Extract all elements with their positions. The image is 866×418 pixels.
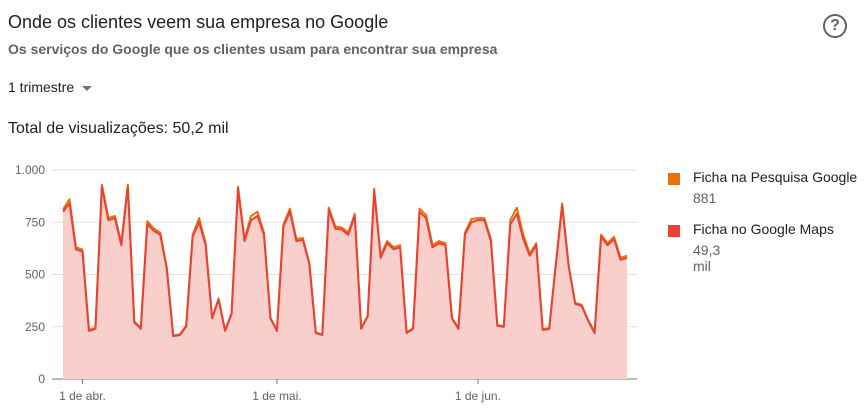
legend-swatch-search — [668, 173, 680, 185]
period-selector-value: 1 trimestre — [8, 79, 75, 95]
legend-label-maps: Ficha no Google Maps — [693, 221, 834, 237]
y-tick-label: 750 — [25, 215, 45, 229]
legend-value-search: 881 — [693, 190, 717, 206]
dropdown-caret-icon — [82, 85, 93, 91]
page-subtitle: Os serviços do Google que os clientes us… — [8, 41, 498, 57]
y-tick-label: 500 — [25, 268, 45, 282]
x-tick-label: 1 de abr. — [59, 389, 106, 403]
help-circle-icon[interactable]: ? — [823, 14, 847, 38]
page-title: Onde os clientes veem sua empresa no Goo… — [8, 12, 389, 32]
legend-value-maps: 49,3 mil — [693, 242, 721, 274]
x-tick-label: 1 de mai. — [252, 389, 301, 403]
legend-label-search: Ficha na Pesquisa Google — [693, 169, 858, 185]
x-tick-label: 1 de jun. — [455, 389, 501, 403]
period-selector[interactable]: 1 trimestre — [8, 79, 93, 95]
views-chart: 0 250 500 750 1.000 1 de abr. 1 de mai. 1 de ju… — [15, 163, 637, 403]
total-views: Total de visualizações: 50,2 mil — [8, 120, 229, 137]
y-tick-label: 250 — [25, 320, 45, 334]
y-tick-label: 0 — [38, 372, 45, 386]
maps-area — [63, 186, 627, 379]
legend-swatch-maps — [668, 225, 680, 237]
y-tick-label: 1.000 — [15, 163, 45, 177]
